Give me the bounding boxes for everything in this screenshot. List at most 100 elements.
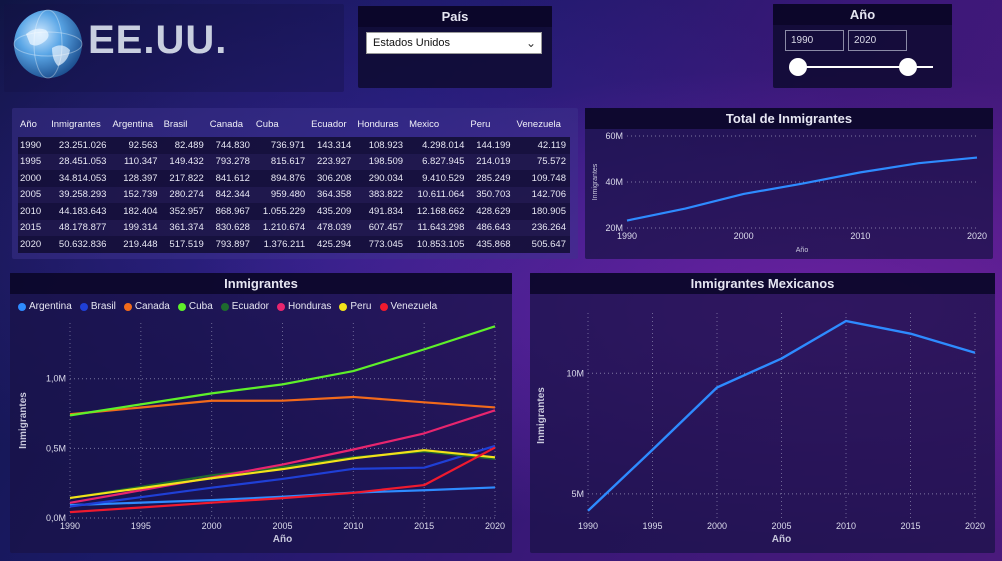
table-cell: 39.258.293 (58, 189, 107, 201)
table-cell: 773.045 (368, 238, 404, 250)
table-cell: 361.374 (169, 222, 204, 234)
table-header-row: Año Inmigrantes Argentina Brasil Canada Cuba E… (18, 112, 570, 137)
x-tick-label: 2010 (343, 521, 363, 531)
table-cell: 517.519 (169, 238, 204, 250)
table-cell: 223.927 (317, 156, 352, 168)
table-cell: 491.834 (368, 205, 404, 217)
table-cell: 2010 (20, 205, 42, 217)
x-tick-label: 2015 (414, 521, 434, 531)
column-header[interactable]: Canada (208, 112, 254, 137)
x-tick-label: 1995 (642, 521, 662, 531)
y-tick-label: 5M (571, 489, 584, 499)
table-cell: 842.344 (215, 189, 250, 201)
table-cell: 44.183.643 (58, 205, 107, 217)
table-cell: 108.923 (368, 139, 404, 151)
table-cell: 152.739 (123, 189, 158, 201)
x-tick-label: 2005 (771, 521, 791, 531)
y-tick-label: 1,0M (46, 374, 66, 384)
total-immigrants-plot: 20M40M60M1990 2000 2010 2020AñoInmigrantes (592, 131, 987, 254)
table-cell: 428.629 (476, 205, 511, 217)
year-from-input[interactable]: 1990 (785, 30, 844, 51)
immigrants-by-country-plot: 0,0M0,5M1,0M1990 1995 2000 2005 2010 2015 2020… (18, 323, 505, 545)
mexican-immigrants-chart: Inmigrantes Mexicanos 5M 10M 1990 1995 2000 2… (530, 273, 995, 553)
table-cell: 1.210.674 (262, 222, 306, 234)
table-row: 1995 28.451.053 110.347 149.432 793.278 815.6… (18, 153, 570, 170)
immigrants-table: Año Inmigrantes Argentina Brasil Canada Cuba E… (18, 112, 570, 253)
country-dropdown[interactable]: Estados Unidos ⌄ (366, 32, 542, 54)
column-header[interactable]: Venezuela (515, 112, 570, 137)
column-header[interactable]: Cuba (254, 112, 309, 137)
table-cell: 219.448 (123, 238, 158, 250)
table-cell: 1.055.229 (262, 205, 306, 217)
table-cell: 1995 (20, 156, 42, 168)
x-axis-title: Año (796, 247, 809, 254)
x-tick-label: 1990 (617, 231, 637, 241)
year-slicer-title: Año (773, 4, 952, 25)
table-cell: 815.617 (270, 156, 306, 168)
x-tick-label: 2010 (836, 521, 856, 531)
table-cell: 306.208 (317, 172, 352, 184)
x-tick-label: 2000 (707, 521, 727, 531)
table-cell: 435.868 (476, 238, 511, 250)
x-tick-label: 2020 (965, 521, 985, 531)
y-tick-label: 0,5M (46, 443, 66, 453)
table-cell: 199.314 (123, 222, 158, 234)
table-cell: 350.703 (476, 189, 511, 201)
table-cell: 48.178.877 (58, 222, 107, 234)
immigrants-table-card: Año Inmigrantes Argentina Brasil Canada Cuba E… (12, 108, 578, 259)
column-header[interactable]: Peru (468, 112, 514, 137)
table-cell: 364.358 (317, 189, 352, 201)
table-cell: 352.957 (169, 205, 204, 217)
table-row: 2020 50.632.836 219.448 517.519 793.897 1.376… (18, 236, 570, 253)
table-cell: 143.314 (317, 139, 352, 151)
table-cell: 744.830 (215, 139, 250, 151)
column-header[interactable]: Ecuador (309, 112, 355, 137)
column-header[interactable]: Honduras (355, 112, 407, 137)
column-header[interactable]: Brasil (162, 112, 208, 137)
table-cell: 383.822 (368, 189, 404, 201)
y-tick-label: 10M (566, 368, 584, 378)
table-cell: 10.853.105 (416, 238, 465, 250)
column-header[interactable]: Inmigrantes (49, 112, 110, 137)
table-cell: 2020 (20, 238, 42, 250)
y-axis-title: Inmigrantes (18, 392, 29, 449)
x-tick-label: 1990 (60, 521, 80, 531)
table-cell: 868.967 (215, 205, 250, 217)
table-cell: 217.822 (169, 172, 204, 184)
table-row: 2015 48.178.877 199.314 361.374 830.628 1.210… (18, 219, 570, 236)
y-tick-label: 60M (605, 131, 623, 141)
header: EE.UU. (4, 4, 344, 92)
table-row: 1990 23.251.026 92.563 82.489 744.830 736.971… (18, 137, 570, 154)
table-cell: 959.480 (270, 189, 306, 201)
table-cell: 50.632.836 (58, 238, 107, 250)
table-cell: 180.905 (531, 205, 566, 217)
year-to-input[interactable]: 2020 (848, 30, 907, 51)
table-cell: 11.643.298 (417, 222, 465, 234)
column-header[interactable]: Año (18, 112, 49, 137)
x-tick-label: 1995 (131, 521, 151, 531)
table-cell: 34.814.053 (58, 172, 107, 184)
mexican-immigrants-plot: 5M 10M 1990 1995 2000 2005 2010 2015 2020 Año Inmi… (536, 313, 985, 545)
table-row: 2010 44.183.643 182.404 352.957 868.967 1.055… (18, 203, 570, 220)
x-axis-title: Año (273, 534, 292, 545)
x-tick-label: 1990 (578, 521, 598, 531)
table-cell: 82.489 (174, 139, 204, 151)
series-line[interactable] (626, 156, 978, 222)
year-slider-start-handle[interactable] (789, 58, 807, 76)
column-header[interactable]: Mexico (407, 112, 468, 137)
table-cell: 214.019 (476, 156, 511, 168)
table-cell: 198.509 (368, 156, 404, 168)
table-cell: 280.274 (169, 189, 204, 201)
country-slicer: País Estados Unidos ⌄ (358, 6, 552, 88)
table-cell: 478.039 (317, 222, 352, 234)
table-cell: 505.647 (531, 238, 566, 250)
table-cell: 830.628 (215, 222, 250, 234)
total-immigrants-chart: Total de Inmigrantes 20M 40M 60M 1990 2000 20… (585, 108, 993, 259)
table-cell: 2015 (20, 222, 42, 234)
column-header[interactable]: Argentina (110, 112, 161, 137)
table-cell: 23.251.026 (58, 139, 107, 151)
year-slider-end-handle[interactable] (899, 58, 917, 76)
country-slicer-title: País (358, 6, 552, 27)
table-cell: 285.249 (476, 172, 511, 184)
y-tick-label: 40M (605, 177, 623, 187)
